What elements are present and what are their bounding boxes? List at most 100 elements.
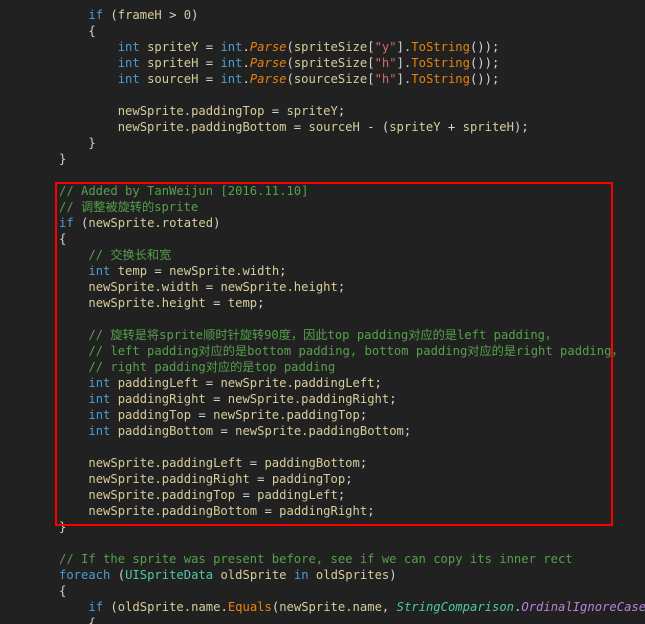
code-token: = (198, 376, 221, 390)
code-token: ; (257, 296, 265, 310)
code-token: ]. (396, 40, 412, 54)
code-token: } (59, 152, 67, 166)
code-token: OrdinalIgnoreCase (521, 600, 645, 614)
code-token: int (220, 72, 243, 86)
code-token: = (249, 472, 272, 486)
code-token: ( (110, 568, 126, 582)
code-token: = (242, 456, 265, 470)
code-token: ToString (411, 40, 470, 54)
code-token: temp (227, 296, 258, 310)
code-token: newSprite.paddingRight (227, 392, 390, 406)
code-token: = (257, 504, 280, 518)
code-token: ; (359, 456, 368, 470)
code-token: // right padding对应的是top padding (59, 360, 336, 374)
code-token: "h" (374, 56, 397, 70)
code-token: // If the sprite was present before, see… (59, 552, 573, 566)
code-token: ; (337, 488, 346, 502)
code-token: int (88, 264, 111, 278)
code-line: newSprite.height = temp; (0, 295, 645, 311)
code-token: paddingBottom (117, 424, 214, 438)
code-token: [ (367, 72, 375, 86)
code-token: StringComparison (396, 600, 515, 614)
code-token: newSprite.width (169, 264, 280, 278)
code-token: int (88, 408, 111, 422)
code-line: int spriteY = int.Parse(spriteSize["y"].… (0, 39, 645, 55)
code-line: // If the sprite was present before, see… (0, 551, 645, 567)
code-token: paddingTop (117, 408, 192, 422)
code-token: paddingTop (271, 472, 346, 486)
code-token: int (220, 56, 243, 70)
code-token: ()); (469, 56, 500, 70)
code-token: = (213, 424, 236, 438)
code-token: = (198, 72, 221, 86)
code-token: paddingRight (117, 392, 206, 406)
code-line: newSprite.width = newSprite.height; (0, 279, 645, 295)
code-token: = (147, 264, 170, 278)
code-line: int paddingLeft = newSprite.paddingLeft; (0, 375, 645, 391)
code-token: if (88, 8, 104, 22)
code-token: if (88, 600, 104, 614)
code-token: spriteSize (293, 40, 368, 54)
code-token: ( (286, 40, 294, 54)
code-token: = (191, 408, 214, 422)
code-line: // right padding对应的是top padding (0, 359, 645, 375)
code-line: // 旋转是将sprite顺时针旋转90度，因此top padding对应的是l… (0, 327, 645, 343)
code-token: Parse (249, 56, 287, 70)
code-line: // 交换长和宽 (0, 247, 645, 263)
code-line: // left padding对应的是bottom padding, botto… (0, 343, 645, 359)
code-token: sourceH (308, 120, 360, 134)
code-token: newSprite.paddingBottom (88, 504, 258, 518)
code-token: ; (337, 104, 346, 118)
code-token: // Added by TanWeijun [2016.11.10] (59, 184, 309, 198)
code-token: newSprite.paddingBottom (117, 120, 287, 134)
code-token: ( (73, 216, 89, 230)
code-token: = (198, 40, 221, 54)
code-line: } (0, 151, 645, 167)
code-token: [ (367, 40, 375, 54)
code-token: foreach (59, 568, 111, 582)
code-token: . (242, 56, 250, 70)
code-token: ) (389, 568, 397, 582)
code-token: oldSprites (315, 568, 390, 582)
code-token: > (161, 8, 184, 22)
code-token: ; (403, 424, 412, 438)
code-token: ( (103, 8, 118, 22)
code-line: newSprite.paddingBottom = sourceH - (spr… (0, 119, 645, 135)
code-token: . (242, 72, 250, 86)
code-token: paddingRight (279, 504, 368, 518)
code-token: = (205, 296, 228, 310)
code-token: in (293, 568, 309, 582)
code-line: if (frameH > 0) (0, 7, 645, 23)
code-token: ; (374, 376, 382, 390)
code-token: if (59, 216, 74, 230)
code-token: ; (389, 392, 397, 406)
code-token: spriteY (286, 104, 338, 118)
code-token: Equals (227, 600, 272, 614)
code-line: int paddingRight = newSprite.paddingRigh… (0, 391, 645, 407)
code-token: oldSprite.name (117, 600, 221, 614)
code-token: sourceSize (293, 72, 368, 86)
code-block[interactable]: if (frameH > 0) { int spriteY = int.Pars… (0, 7, 645, 624)
code-token: ; (367, 504, 375, 518)
code-token: int (88, 424, 111, 438)
code-editor-screenshot: if (frameH > 0) { int spriteY = int.Pars… (0, 0, 645, 624)
code-token: - ( (359, 120, 390, 134)
code-token: newSprite.width (88, 280, 199, 294)
code-line: newSprite.paddingLeft = paddingBottom; (0, 455, 645, 471)
code-token: ]. (396, 56, 412, 70)
